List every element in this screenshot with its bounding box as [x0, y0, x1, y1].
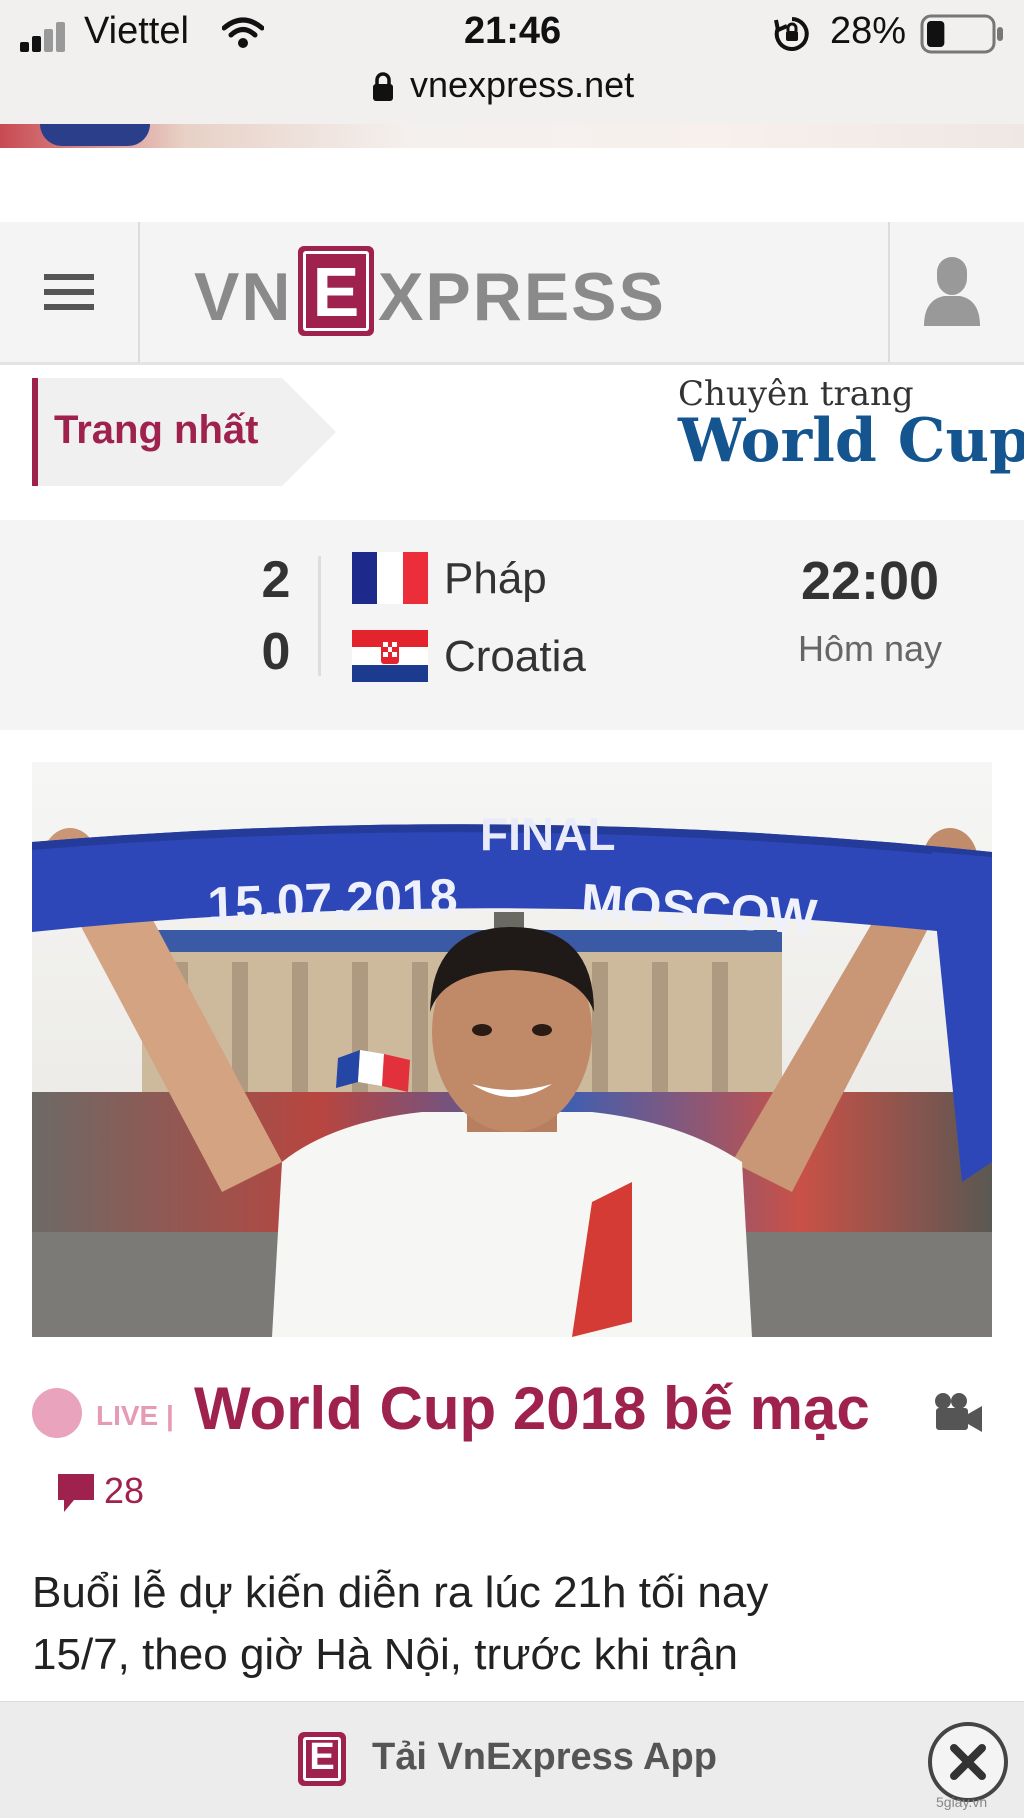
ad-banner[interactable]	[0, 124, 1024, 148]
wifi-icon	[222, 17, 264, 48]
scarf-date-text: 15.07.2018	[206, 868, 458, 933]
article-headline[interactable]: World Cup 2018 bế mạc	[194, 1374, 870, 1443]
carrier-label: Viettel	[84, 10, 189, 52]
croatia-flag-icon	[352, 630, 428, 682]
user-icon	[924, 257, 980, 326]
match-score-widget[interactable]: 2 0 Pháp Croatia 22:00 Hôm nay	[0, 520, 1024, 730]
orientation-lock-icon	[774, 17, 809, 51]
video-camera-icon	[935, 1393, 982, 1432]
header-divider	[138, 222, 140, 362]
home-team: Pháp	[444, 554, 547, 603]
away-team: Croatia	[444, 632, 586, 681]
away-score: 0	[261, 623, 291, 681]
match-day: Hôm nay	[797, 628, 943, 669]
battery-percent: 28%	[830, 10, 907, 52]
section-title[interactable]: World Cup	[678, 406, 1024, 476]
status-bar: Viettel 21:46 28% vnexpress.net	[0, 0, 1024, 128]
app-download-label[interactable]: Tải VnExpress App	[372, 1736, 717, 1779]
article-summary-line-2: 15/7, theo giờ Hà Nội, trước khi trận	[32, 1630, 738, 1679]
url-field[interactable]: vnexpress.net	[410, 64, 634, 106]
ad-graphic	[40, 124, 150, 146]
live-label: LIVE	[96, 1400, 159, 1431]
match-time: 22:00	[800, 551, 940, 611]
app-download-banner[interactable]: E Tải VnExpress App 5giay.vn	[0, 1701, 1024, 1818]
comment-icon	[58, 1474, 94, 1512]
france-flag-icon	[352, 552, 428, 604]
battery-icon	[920, 14, 1003, 54]
photo-scene: FINAL 15.07.2018 MOSCOW	[32, 762, 992, 1337]
logo-text-right: XPRESS	[378, 259, 666, 335]
home-score: 2	[261, 551, 291, 609]
live-separator: |	[166, 1400, 174, 1431]
vnexpress-app-icon: E	[298, 1732, 346, 1786]
site-header: VN E XPRESS	[0, 222, 1024, 365]
clock: 21:46	[464, 10, 562, 52]
vnexpress-logo[interactable]: VN E XPRESS	[194, 246, 674, 338]
logo-text-left: VN	[194, 259, 293, 335]
lock-icon	[373, 72, 393, 101]
signal-icon	[20, 20, 75, 52]
account-button[interactable]	[890, 222, 1024, 362]
breadcrumb[interactable]: Trang nhất	[32, 378, 336, 486]
hamburger-icon	[44, 274, 94, 310]
breadcrumb-label: Trang nhất	[54, 408, 259, 452]
watermark: 5giay.vn	[936, 1794, 988, 1810]
article-photo[interactable]: FINAL 15.07.2018 MOSCOW	[32, 762, 992, 1337]
close-icon	[950, 1744, 986, 1780]
live-indicator	[32, 1388, 82, 1438]
article-summary-line-1: Buổi lễ dự kiến diễn ra lúc 21h tối nay	[32, 1568, 769, 1617]
scarf-final-text: FINAL	[480, 808, 615, 860]
menu-button[interactable]	[0, 222, 138, 362]
close-banner-button[interactable]	[928, 1722, 1008, 1802]
logo-mark: E	[298, 246, 374, 336]
score-divider	[318, 556, 321, 676]
comment-count[interactable]: 28	[104, 1470, 144, 1512]
